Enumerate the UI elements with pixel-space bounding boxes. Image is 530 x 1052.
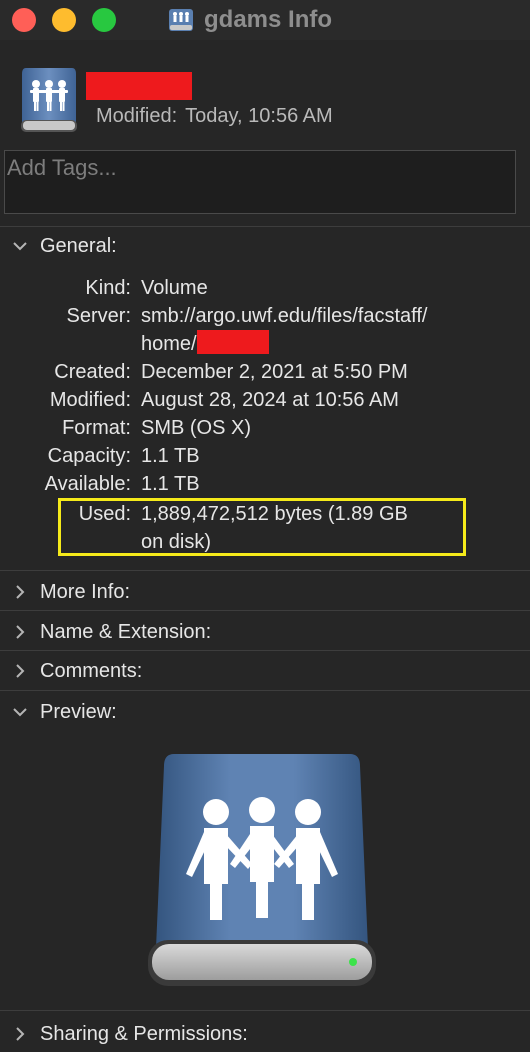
chevron-right-icon (16, 1027, 25, 1041)
volume-icon (21, 68, 77, 132)
modified-value: August 28, 2024 at 10:56 AM (141, 389, 399, 411)
tags-field[interactable] (4, 150, 516, 214)
redacted-username (196, 330, 269, 354)
network-volume-icon (169, 9, 193, 31)
section-sharing-permissions-toggle[interactable]: Sharing & Permissions: (10, 1019, 248, 1049)
format-label: Format: (62, 417, 131, 439)
available-label: Available: (44, 473, 131, 495)
chevron-down-icon (13, 242, 27, 251)
modified-label: Modified: (49, 389, 131, 411)
separator (0, 1010, 530, 1011)
chevron-down-icon (13, 708, 27, 717)
created-label: Created: (54, 361, 131, 383)
section-preview-label: Preview: (40, 700, 117, 723)
chevron-right-icon (16, 664, 25, 678)
section-general-toggle[interactable]: General: (10, 231, 117, 261)
title-bar: gdams Info (0, 0, 530, 40)
header-modified-value: Today, 10:56 AM (185, 105, 333, 127)
section-more-info-label: More Info: (40, 580, 131, 603)
capacity-label: Capacity: (47, 445, 131, 467)
available-value: 1.1 TB (141, 473, 200, 495)
section-general-label: General: (40, 234, 117, 257)
section-name-extension-label: Name & Extension: (40, 620, 212, 643)
separator (0, 690, 530, 691)
section-comments-toggle[interactable]: Comments: (10, 656, 142, 686)
tags-input[interactable] (7, 153, 497, 183)
separator (0, 570, 530, 571)
chevron-right-icon (16, 625, 25, 639)
format-value: SMB (OS X) (141, 417, 252, 439)
zoom-window-button[interactable] (92, 8, 116, 32)
header-modified-label: Modified: (96, 105, 178, 127)
separator (0, 226, 530, 227)
close-window-button[interactable] (12, 8, 36, 32)
kind-value: Volume (141, 277, 208, 299)
header-modified: Modified: Today, 10:56 AM (96, 105, 333, 128)
chevron-right-icon (16, 585, 25, 599)
server-label: Server: (66, 305, 131, 327)
separator (0, 610, 530, 611)
server-value-line1: smb://argo.uwf.edu/files/facstaff/ (141, 305, 428, 327)
section-sharing-permissions-label: Sharing & Permissions: (40, 1022, 248, 1045)
window-title: gdams Info (204, 6, 333, 33)
section-comments-label: Comments: (40, 659, 143, 682)
section-preview-toggle[interactable]: Preview: (10, 697, 117, 727)
section-more-info-toggle[interactable]: More Info: (10, 577, 130, 607)
redacted-volume-name (86, 72, 192, 100)
server-value-line2: home/ (141, 333, 197, 355)
window-title-group: gdams Info (168, 4, 332, 36)
separator (0, 650, 530, 651)
kind-label: Kind: (85, 277, 131, 299)
server-value: smb://argo.uwf.edu/files/facstaff/ home/ (141, 302, 501, 358)
volume-preview-icon (148, 754, 376, 986)
used-highlight-box (58, 498, 466, 556)
minimize-window-button[interactable] (52, 8, 76, 32)
capacity-value: 1.1 TB (141, 445, 200, 467)
section-name-extension-toggle[interactable]: Name & Extension: (10, 617, 211, 647)
created-value: December 2, 2021 at 5:50 PM (141, 361, 408, 383)
